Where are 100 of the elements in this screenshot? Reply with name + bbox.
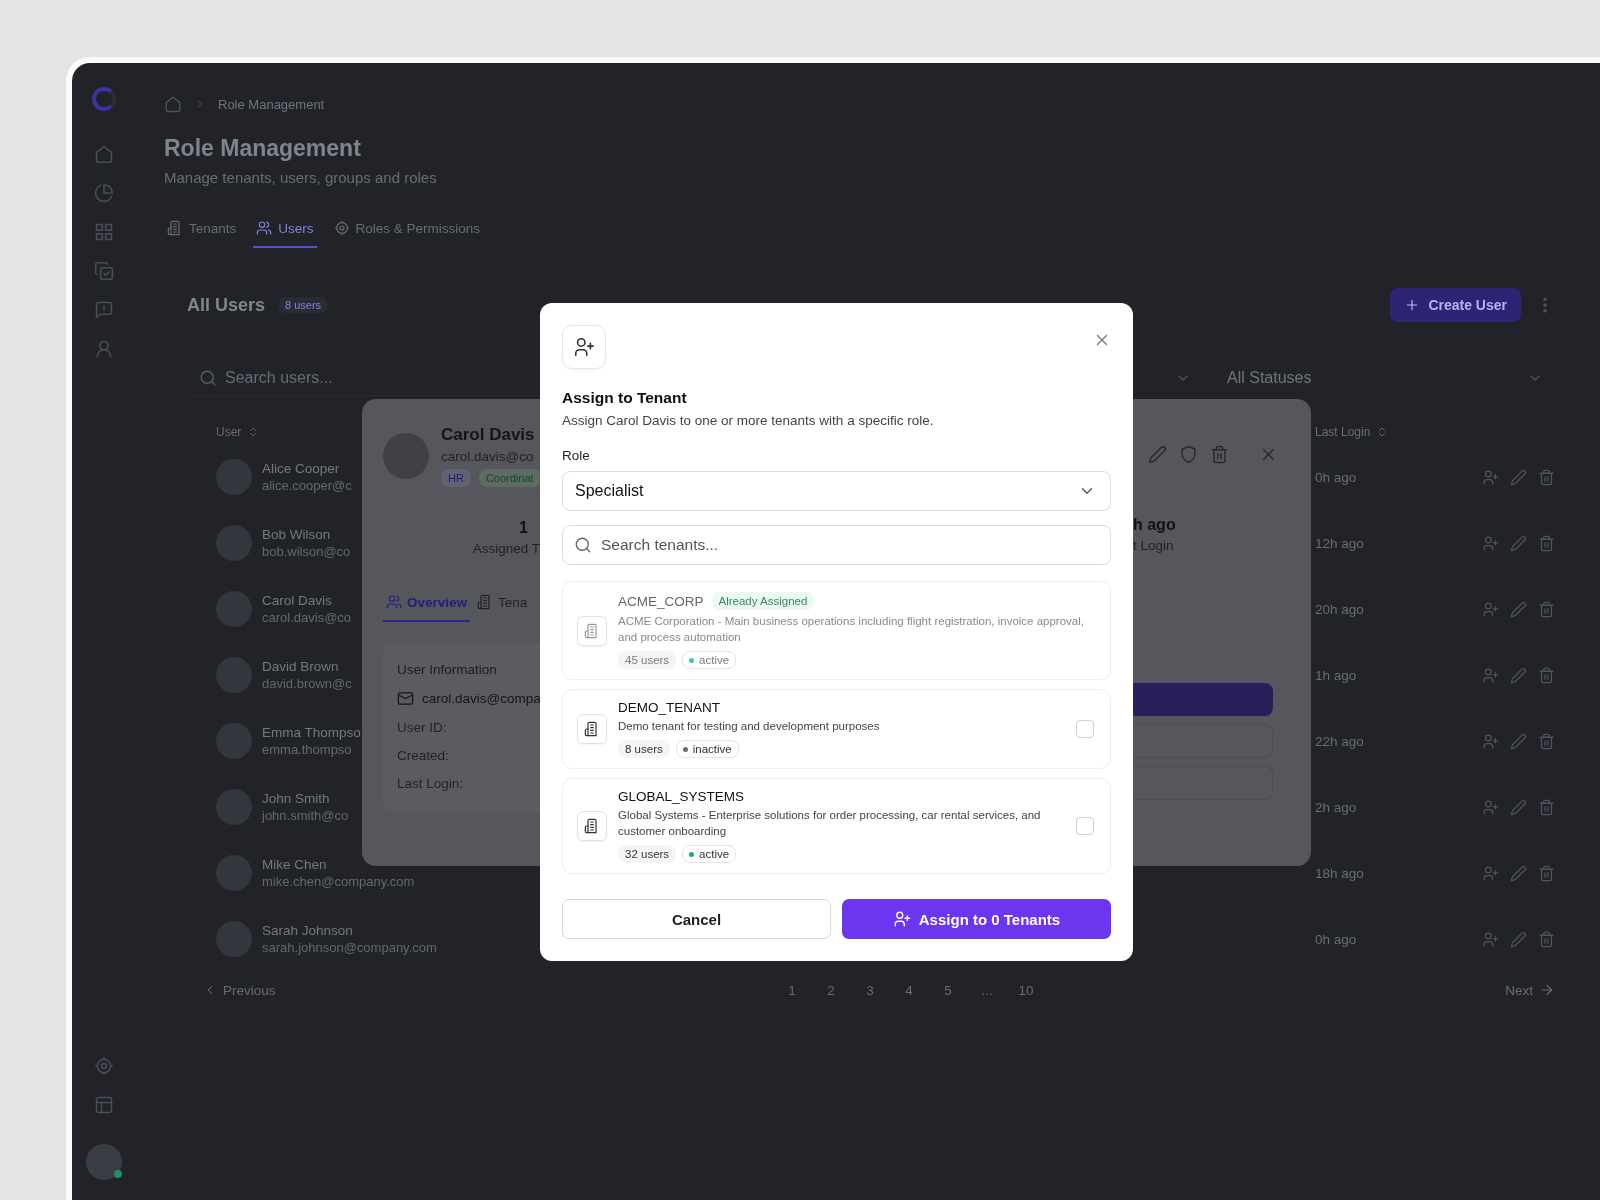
page-number[interactable]: 2 xyxy=(811,982,851,998)
edit-icon[interactable] xyxy=(1510,864,1527,882)
avatar[interactable] xyxy=(86,1144,122,1180)
user-count-badge: 45 users xyxy=(618,651,677,669)
status-badge: active xyxy=(682,845,737,863)
delete-icon[interactable] xyxy=(1538,534,1555,552)
building-icon xyxy=(584,721,600,737)
chart-icon[interactable] xyxy=(94,183,114,203)
tenant-name: DEMO_TENANT xyxy=(618,700,720,715)
role-select[interactable]: Specialist xyxy=(562,471,1111,511)
edit-icon[interactable] xyxy=(1148,445,1167,464)
status-dropdown[interactable]: All Statuses xyxy=(1215,360,1555,396)
page-title: Role Management xyxy=(164,135,362,162)
user-plus-icon[interactable] xyxy=(1482,666,1499,684)
checkbox[interactable] xyxy=(1076,817,1094,835)
tenant-card[interactable]: DEMO_TENANT Demo tenant for testing and development purposes 8 users inactive xyxy=(562,689,1111,769)
user-plus-icon xyxy=(892,910,911,928)
last-login: 18h ago xyxy=(1315,865,1365,881)
delete-icon[interactable] xyxy=(1538,600,1555,618)
delete-icon[interactable] xyxy=(1538,666,1555,684)
page-number[interactable]: 1 xyxy=(772,982,812,998)
column-header[interactable]: Last Login xyxy=(1315,425,1371,439)
page-subtitle: Manage tenants, users, groups and roles xyxy=(164,169,438,186)
page-number[interactable]: 10 xyxy=(1006,982,1046,998)
column-header[interactable]: User xyxy=(216,425,242,439)
delete-icon[interactable] xyxy=(1538,930,1555,948)
home-icon[interactable] xyxy=(94,144,114,164)
previous-button[interactable]: Previous xyxy=(203,982,276,998)
user-count-badge: 32 users xyxy=(618,845,677,863)
logo[interactable] xyxy=(92,87,116,111)
delete-icon[interactable] xyxy=(1210,445,1229,464)
tenant-card[interactable]: ACME_CORP Already Assigned ACME Corporation - Main business operations including flight registration, invoice approval, and process automation 45 users active xyxy=(562,581,1111,680)
last-login: 0h ago xyxy=(1315,931,1358,947)
user-name: John Smith xyxy=(262,791,331,806)
tab[interactable]: Overview xyxy=(383,590,471,622)
user-plus-icon[interactable] xyxy=(1482,600,1499,618)
assign-button[interactable]: Assign to 0 Tenants xyxy=(842,899,1111,939)
dialog-description: Assign Carol Davis to one or more tenants with a specific role. xyxy=(562,413,935,428)
edit-icon[interactable] xyxy=(1510,666,1527,684)
field-label: User ID: xyxy=(397,720,448,735)
tenant-card[interactable]: GLOBAL_SYSTEMS Global Systems - Enterprise solutions for order processing, car rental services, and customer onboarding 32 users active xyxy=(562,778,1111,874)
cancel-button[interactable]: Cancel xyxy=(562,899,831,939)
tab[interactable]: Roles & Permissions xyxy=(330,216,484,248)
search-icon xyxy=(199,369,217,387)
last-login: 20h ago xyxy=(1315,601,1365,617)
edit-icon[interactable] xyxy=(1510,468,1527,486)
checkbox[interactable] xyxy=(1076,720,1094,738)
tenant-description: Global Systems - Enterprise solutions for order processing, car rental services, and customer onboarding xyxy=(618,808,1042,839)
settings-icon[interactable] xyxy=(94,1056,114,1076)
email-value: carol.davis@compa xyxy=(422,691,541,706)
create-user-button[interactable]: Create User xyxy=(1390,288,1521,322)
tab[interactable]: Tenants xyxy=(164,216,240,248)
user-plus-icon[interactable] xyxy=(1482,864,1499,882)
field-label: Last Login: xyxy=(397,776,465,791)
page-number[interactable]: 3 xyxy=(850,982,890,998)
edit-icon[interactable] xyxy=(1510,798,1527,816)
user-plus-icon[interactable] xyxy=(1482,732,1499,750)
breadcrumb-item[interactable]: Role Management xyxy=(218,96,325,112)
stat-value: h ago xyxy=(1133,516,1177,534)
user-icon[interactable] xyxy=(94,339,114,359)
delete-icon[interactable] xyxy=(1538,468,1555,486)
delete-icon[interactable] xyxy=(1538,732,1555,750)
user-plus-icon[interactable] xyxy=(1482,468,1499,486)
user-name: Alice Cooper xyxy=(262,461,341,476)
user-plus-icon[interactable] xyxy=(1482,534,1499,552)
tab[interactable]: Users xyxy=(253,216,317,248)
page-number[interactable]: 4 xyxy=(889,982,929,998)
user-name: Carol Davis xyxy=(262,593,333,608)
gear-icon xyxy=(333,220,350,236)
user-email: alice.cooper@c xyxy=(262,478,352,493)
layout-icon[interactable] xyxy=(94,1095,114,1115)
next-button[interactable]: Next xyxy=(1505,982,1555,998)
page-number[interactable]: 5 xyxy=(928,982,968,998)
last-login: 2h ago xyxy=(1315,799,1358,815)
users-icon xyxy=(386,594,402,610)
tag: Coordinat xyxy=(478,469,541,487)
delete-icon[interactable] xyxy=(1538,864,1555,882)
edit-icon[interactable] xyxy=(1510,930,1527,948)
user-email: emma.thompso xyxy=(262,742,353,757)
shield-icon[interactable] xyxy=(1179,445,1198,464)
user-plus-icon[interactable] xyxy=(1482,798,1499,816)
edit-icon[interactable] xyxy=(1510,534,1527,552)
delete-icon[interactable] xyxy=(1538,798,1555,816)
user-plus-icon[interactable] xyxy=(1482,930,1499,948)
user-name: Sarah Johnson xyxy=(262,923,354,938)
mail-icon xyxy=(397,690,414,707)
tenant-name: ACME_CORP xyxy=(618,593,704,609)
tenant-description: Demo tenant for testing and development purposes xyxy=(618,719,881,734)
status-badge: active xyxy=(682,651,737,669)
last-login: 22h ago xyxy=(1315,733,1365,749)
edit-icon[interactable] xyxy=(1510,732,1527,750)
user-email: john.smith@co xyxy=(262,808,349,823)
edit-icon[interactable] xyxy=(1510,600,1527,618)
user-email: bob.wilson@co xyxy=(262,544,351,559)
message-alert-icon[interactable] xyxy=(94,300,114,320)
copy-check-icon[interactable] xyxy=(94,261,114,281)
page-number[interactable]: ... xyxy=(967,982,1007,998)
grid-icon[interactable] xyxy=(94,222,114,242)
assigned-badge: Already Assigned xyxy=(711,592,815,610)
home-icon[interactable] xyxy=(164,95,182,113)
